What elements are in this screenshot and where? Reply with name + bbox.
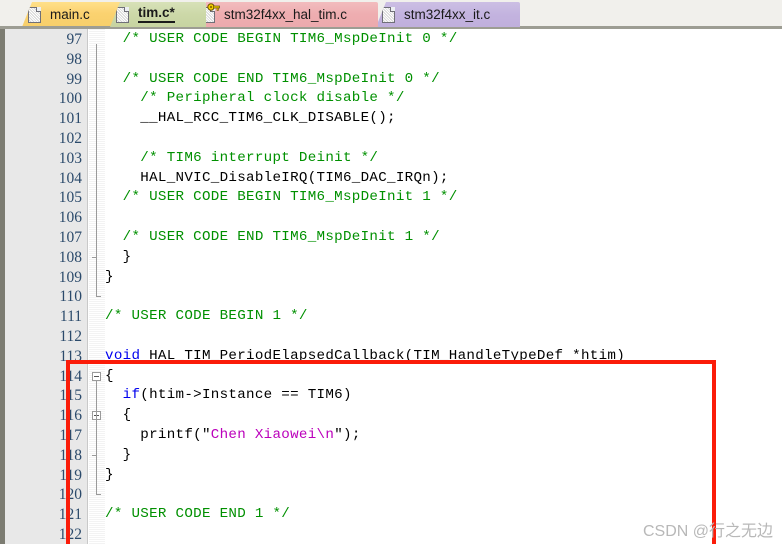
code-line[interactable]: /* USER CODE BEGIN TIM6_MspDeInit 1 */ (105, 188, 458, 208)
tab-label: tim.c* (138, 6, 175, 23)
key-icon (207, 2, 220, 11)
line-number: 110 (59, 288, 82, 306)
line-number: 108 (58, 248, 82, 266)
code-editor[interactable]: 97 98 99 100 101 102 103 104 105 106 107 108 109 110 1… (0, 29, 782, 544)
file-icon (28, 6, 41, 23)
line-number-gutter: 97 98 99 100 101 102 103 104 105 106 107 108 109 110 1… (5, 29, 88, 544)
code-token-str: Chen Xiaowei\n (210, 427, 335, 443)
line-number: 120 (58, 486, 82, 504)
code-token-cmt: /* USER CODE BEGIN TIM6_MspDeInit 1 */ (105, 189, 458, 206)
code-token-cmt: /* USER CODE END TIM6_MspDeInit 0 */ (105, 70, 440, 87)
code-line[interactable]: /* USER CODE END TIM6_MspDeInit 1 */ (105, 228, 440, 248)
line-number: 121 (58, 506, 82, 524)
line-number: 105 (58, 189, 82, 207)
line-number: 97 (66, 31, 83, 48)
line-number: 103 (58, 149, 82, 167)
code-line[interactable]: /* TIM6 interrupt Deinit */ (105, 149, 378, 169)
file-icon (116, 6, 129, 23)
code-line[interactable]: { (105, 406, 132, 426)
line-number: 106 (58, 209, 82, 227)
watermark-text: CSDN @行之无边 (642, 523, 773, 540)
code-token-pln: { (105, 407, 132, 424)
code-token-pln: } (105, 248, 132, 265)
code-token-pln: HAL_NVIC_DisableIRQ(TIM6_DAC_IRQn); (105, 169, 449, 186)
fold-guide-line (96, 420, 97, 455)
file-icon (382, 6, 395, 23)
tab-stm32f4xx-hal-tim-c[interactable]: stm32f4xx_hal_tim.c (196, 2, 378, 27)
code-line[interactable]: /* USER CODE END 1 */ (105, 505, 290, 525)
line-number: 114 (59, 367, 82, 385)
code-token-pln: } (105, 446, 132, 463)
line-number: 116 (59, 407, 82, 425)
code-line[interactable]: void HAL_TIM_PeriodElapsedCallback(TIM_H… (105, 347, 625, 367)
line-number: 115 (59, 387, 82, 405)
line-number: 112 (59, 328, 82, 345)
code-token-cmt: /* USER CODE END TIM6_MspDeInit 1 */ (105, 229, 440, 245)
code-token-pln: } (105, 466, 114, 483)
code-token-cmt: /* Peripheral clock disable */ (105, 90, 405, 107)
code-text-area[interactable]: /* USER CODE BEGIN TIM6_MspDeInit 0 */ /… (105, 29, 782, 544)
code-token-kw: void (105, 347, 141, 364)
line-number: 100 (58, 90, 82, 108)
line-number: 107 (58, 229, 82, 246)
code-token-pln: "); (334, 427, 361, 443)
line-number: 109 (58, 268, 82, 286)
fold-end-icon (96, 494, 101, 496)
code-token-pln: } (105, 268, 114, 285)
code-token-pln: (htim->Instance == TIM6) (140, 387, 352, 404)
code-token-pln (105, 387, 123, 403)
code-token-cmt: /* USER CODE END 1 */ (105, 506, 291, 523)
code-token-pln: __HAL_RCC_TIM6_CLK_DISABLE(); (105, 110, 396, 127)
code-line[interactable]: __HAL_RCC_TIM6_CLK_DISABLE(); (105, 109, 396, 129)
line-number: 113 (59, 347, 82, 365)
code-token-cmt: /* USER CODE BEGIN TIM6_MspDeInit 0 */ (105, 31, 458, 47)
code-line[interactable]: } (105, 466, 114, 486)
line-number: 104 (58, 169, 82, 187)
tab-label: stm32f4xx_hal_tim.c (224, 6, 348, 22)
fold-end-icon (96, 296, 101, 298)
line-number: 111 (59, 308, 82, 326)
code-line[interactable]: /* USER CODE BEGIN TIM6_MspDeInit 0 */ (105, 30, 458, 50)
code-token-pln: printf(" (105, 427, 211, 443)
code-line[interactable]: } (105, 268, 114, 288)
line-number: 101 (58, 110, 82, 128)
tab-label: stm32f4xx_it.c (404, 6, 491, 22)
line-number: 119 (59, 466, 82, 484)
line-number: 98 (66, 50, 83, 68)
editor-tab-bar: main.c tim.c* stm32f4xx_hal_tim.c stm32f… (0, 0, 782, 29)
tab-stm32f4xx-it-c[interactable]: stm32f4xx_it.c (376, 2, 520, 27)
tab-tim-c[interactable]: tim.c* (110, 2, 206, 27)
code-line[interactable]: if(htim->Instance == TIM6) (105, 386, 352, 406)
code-line[interactable]: } (105, 446, 132, 466)
code-folding-column[interactable] (89, 29, 105, 544)
line-number: 122 (58, 526, 82, 543)
code-token-pln: { (105, 367, 114, 384)
fold-guide-line (96, 44, 97, 297)
code-token-cmt: /* USER CODE BEGIN 1 */ (105, 308, 308, 325)
tab-label: main.c (50, 6, 90, 22)
code-line[interactable]: } (105, 248, 132, 268)
line-number: 102 (58, 130, 82, 147)
code-line[interactable]: HAL_NVIC_DisableIRQ(TIM6_DAC_IRQn); (105, 169, 449, 189)
code-line[interactable]: /* Peripheral clock disable */ (105, 89, 405, 109)
code-token-pln: HAL_TIM_PeriodElapsedCallback(TIM_Handle… (140, 347, 626, 364)
line-number: 118 (59, 446, 82, 464)
code-token-cmt: /* TIM6 interrupt Deinit */ (105, 149, 379, 166)
fold-toggle-icon[interactable] (92, 371, 101, 381)
code-line[interactable]: printf("Chen Xiaowei\n"); (105, 426, 361, 446)
code-token-kw: if (122, 387, 141, 404)
code-line[interactable]: /* USER CODE BEGIN 1 */ (105, 307, 308, 327)
line-number: 117 (59, 427, 82, 444)
line-number: 99 (66, 70, 83, 88)
code-line[interactable]: /* USER CODE END TIM6_MspDeInit 0 */ (105, 70, 440, 90)
code-line[interactable]: { (105, 367, 114, 387)
